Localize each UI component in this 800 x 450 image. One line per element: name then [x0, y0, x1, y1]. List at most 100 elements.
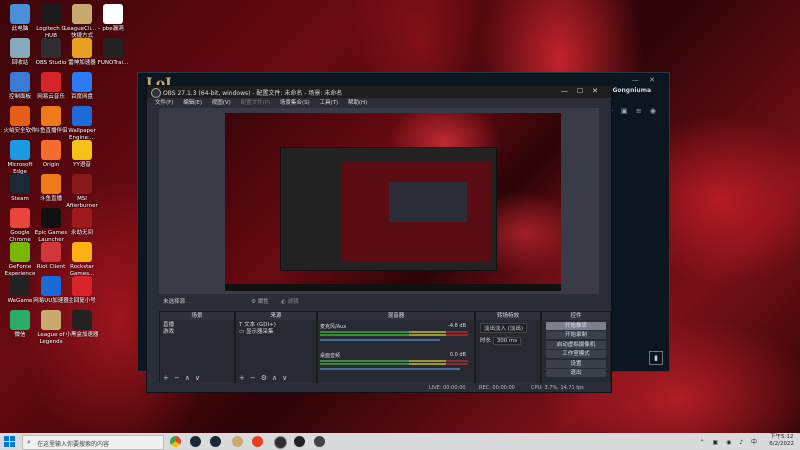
controls-dock: 控件 开始推流 开始录制 启动虚拟摄像机 工作室模式 设置 退出: [541, 311, 611, 385]
channel-db: -4.8 dB: [448, 323, 466, 329]
menu-edit[interactable]: 编辑(E): [183, 98, 202, 108]
scene-controls[interactable]: +−∧∨: [163, 374, 205, 382]
list-icon[interactable]: ≡: [636, 107, 645, 115]
channel-db: 0.0 dB: [449, 352, 466, 358]
scenes-header: 场景: [160, 312, 234, 320]
nested-obs-window: [389, 182, 467, 222]
captured-taskbar: [225, 284, 561, 291]
menu-scene-collection[interactable]: 场景集合(S): [280, 98, 310, 108]
start-button[interactable]: [4, 436, 15, 447]
transitions-dock: 转场特效 淡出淡入 (淡出) 时长 300 ms: [475, 311, 541, 385]
level-meter: [320, 331, 468, 333]
username[interactable]: Gongniuma: [612, 87, 651, 94]
obs-window[interactable]: OBS 27.1.3 (64-bit, windows) - 配置文件: 未命名…: [146, 85, 612, 393]
app-icon: [72, 208, 92, 228]
app-icon[interactable]: [314, 436, 325, 447]
window-controls[interactable]: — ✕: [632, 76, 659, 84]
menu-file[interactable]: 文件(F): [155, 98, 173, 108]
source-item[interactable]: ▭ 显示器采集: [239, 329, 313, 336]
desktop-icon-label: 永劫无间: [70, 230, 93, 236]
lol-client-icon[interactable]: [252, 436, 263, 447]
transition-select[interactable]: 淡出淡入 (淡出): [480, 323, 528, 333]
media-icon[interactable]: [294, 436, 305, 447]
app-icon: [41, 38, 61, 58]
app-icon: [72, 276, 92, 296]
obs-titlebar[interactable]: OBS 27.1.3 (64-bit, windows) - 配置文件: 未命名…: [147, 86, 611, 98]
source-controls[interactable]: +−⚙∧∨: [239, 374, 292, 382]
source-label: 显示器采集: [245, 329, 274, 335]
app-icon: [41, 276, 61, 296]
menu-help[interactable]: 帮助(H): [348, 98, 367, 108]
menu-view[interactable]: 视图(V): [212, 98, 231, 108]
studio-mode-button[interactable]: 工作室模式: [546, 350, 606, 358]
desktop-icon-label: 百度网盘: [70, 94, 93, 100]
exit-button[interactable]: 退出: [546, 369, 606, 377]
source-label: 文本 (GDI+): [244, 322, 276, 328]
app-icon: [10, 4, 30, 24]
start-virtual-camera-button[interactable]: 启动虚拟摄像机: [546, 340, 606, 349]
clock-time: 下午5:12: [769, 434, 794, 440]
desktop: 此电脑 回收站 控制面板 火绒安全软件 Microsoft Edge Steam Googl…: [0, 0, 800, 433]
volume-slider[interactable]: [320, 339, 440, 341]
live-status: LIVE: 00:00:00: [429, 385, 466, 391]
menu-tools[interactable]: 工具(T): [319, 98, 338, 108]
source-toolbar: 未选择源 ⚙ 属性 ◐ 滤镜: [159, 296, 599, 306]
clock-date: 6/2/2022: [769, 441, 794, 447]
system-tray[interactable]: ⌃ ▣ ◉ ♪ 中: [700, 437, 760, 446]
desktop-icon[interactable]: 主回复小号: [62, 276, 102, 305]
clock[interactable]: 下午5:12 6/2/2022: [769, 434, 794, 448]
app-icon: [41, 174, 61, 194]
obs-icon[interactable]: [274, 436, 287, 449]
desktop-icon-label: FUNOTrai...: [97, 60, 129, 66]
mixer-channel: 麦克风/Aux -4.8 dB: [320, 323, 472, 351]
level-meter: [320, 360, 468, 362]
app-icon: [10, 106, 30, 126]
settings-button[interactable]: 设置: [546, 359, 606, 368]
menu-profile[interactable]: 配置文件(P): [241, 98, 271, 108]
mixer-channel: 桌面音频 0.0 dB: [320, 352, 472, 380]
window-controls[interactable]: —☐✕: [561, 87, 607, 95]
preview-area[interactable]: [159, 108, 599, 294]
scene-item[interactable]: 游戏: [163, 329, 231, 336]
app-icon: [72, 174, 92, 194]
desktop-icon[interactable]: YY语音: [62, 140, 102, 169]
lol-icon[interactable]: [232, 436, 243, 447]
folder-icon[interactable]: ▣: [621, 107, 631, 115]
desktop-icon[interactable]: 永劫无间: [62, 208, 102, 237]
properties-button[interactable]: ⚙ 属性: [251, 297, 269, 305]
steam-icon[interactable]: [210, 436, 221, 447]
transitions-header: 转场特效: [476, 312, 540, 320]
app-icon: [41, 106, 61, 126]
app-icon: [72, 38, 92, 58]
desktop-icon-label: 主回复小号: [68, 298, 96, 304]
chat-icon[interactable]: ◉: [650, 107, 659, 115]
app-icon: [41, 310, 61, 330]
steam-icon[interactable]: [190, 436, 201, 447]
preview-canvas[interactable]: [225, 113, 561, 291]
level-meter: [320, 363, 468, 365]
taskbar-search[interactable]: ⌕ 在这里输入你要搜索的内容: [22, 435, 164, 450]
desktop-icon[interactable]: pbe漏洞: [93, 4, 133, 33]
desktop-icon[interactable]: 百度网盘: [62, 72, 102, 101]
desktop-icon[interactable]: 小黑盒加速器: [62, 310, 102, 339]
app-icon: [103, 4, 123, 24]
duration-label: 时长: [480, 338, 492, 344]
chrome-icon[interactable]: [170, 436, 181, 447]
taskbar: ⌕ 在这里输入你要搜索的内容 ⌃ ▣ ◉ ♪ 中 下午5:12 6/2/2022: [0, 433, 800, 450]
volume-slider[interactable]: [320, 368, 460, 370]
filters-button[interactable]: ◐ 滤镜: [281, 297, 299, 305]
app-icon: [10, 38, 30, 58]
desktop-icon[interactable]: MSI Afterburner: [62, 174, 102, 209]
desktop-icon[interactable]: FUNOTrai...: [93, 38, 133, 67]
desktop-icon[interactable]: Rockstar Games...: [62, 242, 102, 277]
start-streaming-button[interactable]: 开始推流: [546, 321, 606, 330]
chat-button-icon[interactable]: ▮: [649, 351, 663, 365]
start-recording-button[interactable]: 开始录制: [546, 331, 606, 339]
source-item[interactable]: T 文本 (GDI+): [239, 322, 313, 329]
app-icon: [72, 4, 92, 24]
duration-input[interactable]: 300 ms: [492, 337, 522, 345]
desktop-icon[interactable]: Wallpaper Engine:...: [62, 106, 102, 141]
scene-item[interactable]: 直播: [163, 322, 231, 329]
mixer-dock: 混音器 麦克风/Aux -4.8 dB 桌面音频 0.0 dB: [317, 311, 475, 385]
app-icon: [10, 310, 30, 330]
